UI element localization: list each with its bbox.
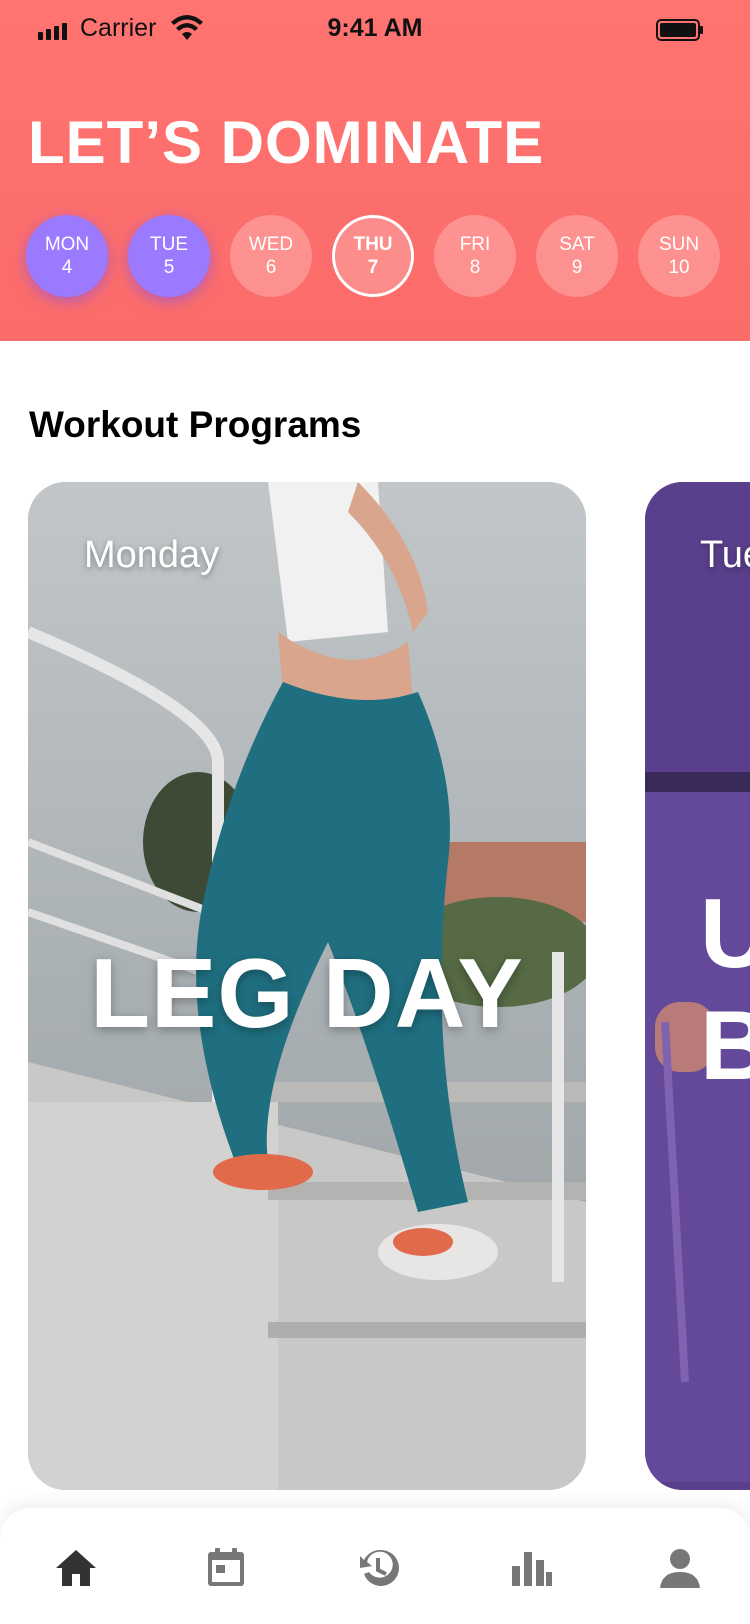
day-name: SAT (559, 234, 595, 255)
program-workout-title: U B (700, 878, 750, 1100)
program-workout-title: LEG DAY (90, 938, 524, 1048)
day-name: WED (248, 234, 294, 255)
section-title: Workout Programs (29, 404, 362, 445)
day-tue[interactable]: TUE 5 (128, 215, 210, 297)
page-title: LET’S DOMINATE (28, 109, 545, 176)
program-day-label: Tue (700, 534, 750, 576)
day-name: TUE (150, 234, 188, 255)
day-thu[interactable]: THU 7 (332, 215, 414, 297)
day-name: THU (353, 234, 393, 255)
battery-icon (656, 19, 703, 41)
day-sun[interactable]: SUN 10 (638, 215, 720, 297)
history-icon[interactable] (354, 1544, 402, 1592)
day-wed[interactable]: WED 6 (230, 215, 312, 297)
day-fri[interactable]: FRI 8 (434, 215, 516, 297)
day-date: 8 (469, 257, 481, 278)
day-date: 7 (367, 257, 379, 278)
profile-icon[interactable] (656, 1544, 704, 1592)
header: Carrier 9:41 AM LET’S DOMINATE MON 4 TUE… (0, 0, 750, 341)
bottom-tab-bar (0, 1508, 750, 1624)
program-day-label: Monday (84, 534, 220, 576)
program-card-tuesday[interactable]: Tue U B (645, 482, 750, 1490)
day-date: 6 (265, 257, 277, 278)
status-bar: Carrier 9:41 AM (0, 0, 750, 60)
stats-icon[interactable] (506, 1544, 554, 1592)
clock-time: 9:41 AM (327, 14, 423, 42)
day-name: MON (44, 234, 90, 255)
day-mon[interactable]: MON 4 (26, 215, 108, 297)
calendar-icon[interactable] (202, 1544, 250, 1592)
day-name: FRI (459, 234, 491, 255)
week-day-selector: MON 4 TUE 5 WED 6 THU 7 FRI 8 SAT 9 SUN … (26, 215, 726, 297)
day-date: 4 (61, 257, 73, 278)
home-icon[interactable] (52, 1544, 100, 1592)
day-date: 5 (163, 257, 175, 278)
day-date: 10 (668, 257, 690, 278)
program-card-monday[interactable]: Monday LEG DAY (28, 482, 586, 1490)
day-name: SUN (658, 234, 700, 255)
day-sat[interactable]: SAT 9 (536, 215, 618, 297)
day-date: 9 (571, 257, 583, 278)
